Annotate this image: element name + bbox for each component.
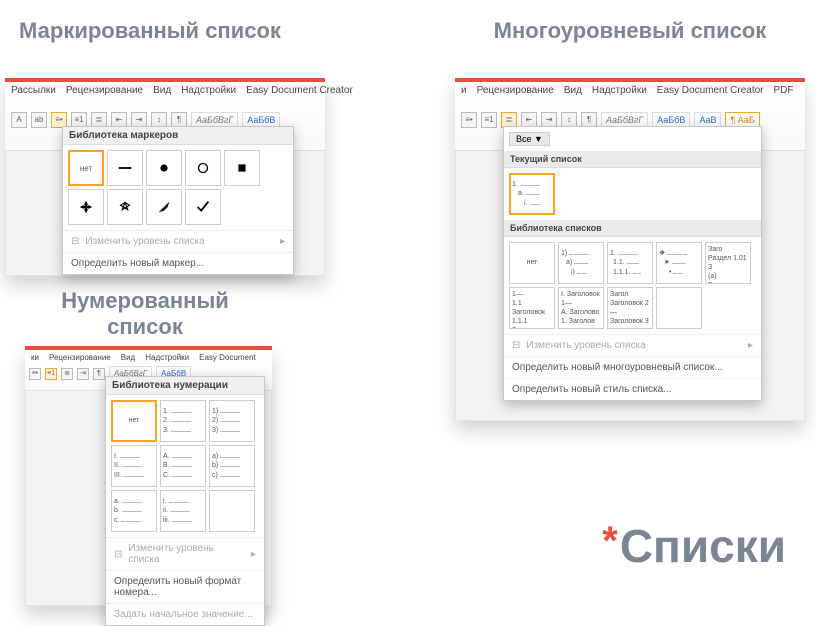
num-letter-upper[interactable]: A.B.C. bbox=[160, 445, 206, 487]
tab-pdf[interactable]: PDF bbox=[774, 85, 794, 96]
num-roman-lower[interactable]: i.ii.iii. bbox=[160, 490, 206, 532]
ml-extra[interactable] bbox=[656, 287, 702, 329]
numbering-library-header: Библиотека нумерации bbox=[106, 377, 264, 395]
ml-dot[interactable]: 1.1.1.1.1.1. bbox=[607, 242, 653, 284]
tab-addins[interactable]: Надстройки bbox=[181, 85, 236, 96]
font-button[interactable]: A bbox=[11, 112, 27, 128]
num-arabic-paren[interactable]: 1)2)3) bbox=[209, 400, 255, 442]
tab-addins[interactable]: Надстройки bbox=[592, 85, 647, 96]
define-new-number-item[interactable]: Определить новый формат номера... bbox=[106, 570, 264, 603]
multilevel-button[interactable]: ≣ bbox=[61, 368, 73, 380]
numbering-button[interactable]: ≡1 bbox=[45, 368, 57, 380]
indent-icon: ⊟ bbox=[71, 236, 79, 247]
bullet-dash[interactable] bbox=[107, 150, 143, 186]
bullet-circle[interactable] bbox=[185, 150, 221, 186]
tab-review[interactable]: Рецензирование bbox=[477, 85, 554, 96]
bullet-arrow[interactable] bbox=[146, 189, 182, 225]
bullet-4diamond[interactable] bbox=[68, 189, 104, 225]
bulleted-list-title: Маркированный список bbox=[15, 18, 285, 44]
numbering-dropdown[interactable]: Библиотека нумерации нет 1.2.3. 1)2)3) I… bbox=[105, 376, 265, 626]
page-title: *Списки bbox=[602, 519, 786, 573]
bullet-check[interactable] bbox=[185, 189, 221, 225]
set-value-item: Задать начальное значение... bbox=[106, 603, 264, 625]
ml-chapter[interactable]: Глава 1 ЗаголЗаголовок 2—Заголовок 3— bbox=[607, 287, 653, 329]
ml-none[interactable]: нет bbox=[509, 242, 555, 284]
num-letter-lower[interactable]: a.b.c. bbox=[111, 490, 157, 532]
multilevel-dropdown[interactable]: Все ▼ Текущий список 1.a.i. Библиотека с… bbox=[503, 126, 762, 401]
num-roman-upper[interactable]: I.II.III. bbox=[111, 445, 157, 487]
bullet-disc[interactable] bbox=[146, 150, 182, 186]
numbering-button[interactable]: ≡1 bbox=[481, 112, 497, 128]
tab-easy[interactable]: Easy Document Creator bbox=[657, 85, 764, 96]
indent-icon: ⊟ bbox=[512, 340, 520, 351]
all-filter[interactable]: Все ▼ bbox=[509, 132, 550, 146]
change-level-item: ⊟Изменить уровень списка▸ bbox=[63, 230, 293, 252]
tab-view[interactable]: Вид bbox=[121, 353, 135, 362]
multilevel-panel: и Рецензирование Вид Надстройки Easy Doc… bbox=[455, 78, 805, 421]
multilevel-list-title: Многоуровневый список bbox=[470, 18, 790, 44]
define-new-bullet-item[interactable]: Определить новый маркер... bbox=[63, 252, 293, 274]
current-list-header: Текущий список bbox=[504, 151, 761, 168]
tab-mailings[interactable]: и bbox=[461, 85, 467, 96]
bullet-library-header: Библиотека маркеров bbox=[63, 127, 293, 145]
indent-icon: ⊟ bbox=[114, 549, 122, 560]
tab-view[interactable]: Вид bbox=[564, 85, 582, 96]
numbered-list-title: Нумерованный список bbox=[25, 288, 265, 341]
num-letter-paren[interactable]: a)b)c) bbox=[209, 445, 255, 487]
bullets-dropdown[interactable]: Библиотека маркеров нет ⊟Изменить уровен… bbox=[62, 126, 294, 275]
tab-review[interactable]: Рецензирование bbox=[49, 353, 111, 362]
highlight-button[interactable]: ab bbox=[31, 112, 47, 128]
change-level-item: ⊟Изменить уровень списка▸ bbox=[504, 334, 761, 356]
pilcrow-button[interactable]: ¶ bbox=[93, 368, 105, 380]
ml-roman-head[interactable]: I. Заголовок 1—A. Заголово1. Заголов bbox=[558, 287, 604, 329]
ml-article[interactable]: Статья I. ЗагоРаздел 1.01 З(a) Заголово bbox=[705, 242, 751, 284]
tab-easy[interactable]: Easy Document bbox=[199, 353, 255, 362]
indent-button[interactable]: ⇥ bbox=[77, 368, 89, 380]
change-level-item: ⊟Изменить уровень списка▸ bbox=[106, 537, 264, 570]
num-arabic-dot[interactable]: 1.2.3. bbox=[160, 400, 206, 442]
tab-mailings[interactable]: Рассылки bbox=[11, 85, 56, 96]
bulleted-panel: Рассылки Рецензирование Вид Надстройки E… bbox=[5, 78, 325, 276]
bullet-diamond-rot[interactable] bbox=[107, 189, 143, 225]
tab-mailings[interactable]: ки bbox=[31, 353, 39, 362]
num-extra[interactable] bbox=[209, 490, 255, 532]
bullets-button[interactable]: ≡• bbox=[461, 112, 477, 128]
bullet-none[interactable]: нет bbox=[68, 150, 104, 186]
numbered-panel: ки Рецензирование Вид Надстройки Easy Do… bbox=[25, 346, 272, 606]
ml-head1[interactable]: 1 Заголовок 1—1.1 Заголовок1.1.1 Заголов bbox=[509, 287, 555, 329]
list-library-header: Библиотека списков bbox=[504, 220, 761, 237]
bullets-button[interactable]: ≡• bbox=[29, 368, 41, 380]
ml-bullets[interactable]: ❖➤• bbox=[656, 242, 702, 284]
tab-easy[interactable]: Easy Document Creator bbox=[246, 85, 353, 96]
define-new-multilevel-item[interactable]: Определить новый многоуровневый список..… bbox=[504, 356, 761, 378]
tab-view[interactable]: Вид bbox=[153, 85, 171, 96]
current-list-cell[interactable]: 1.a.i. bbox=[509, 173, 555, 215]
tab-review[interactable]: Рецензирование bbox=[66, 85, 143, 96]
bullet-square[interactable] bbox=[224, 150, 260, 186]
tab-addins[interactable]: Надстройки bbox=[145, 353, 189, 362]
define-new-list-style-item[interactable]: Определить новый стиль списка... bbox=[504, 378, 761, 400]
ml-paren[interactable]: 1)a)i) bbox=[558, 242, 604, 284]
star-icon: * bbox=[602, 519, 618, 563]
num-none[interactable]: нет bbox=[111, 400, 157, 442]
